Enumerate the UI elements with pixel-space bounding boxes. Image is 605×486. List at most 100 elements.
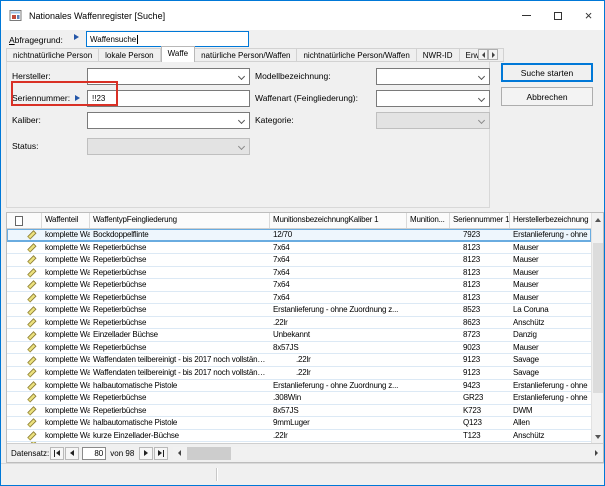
tab-lokale-person[interactable]: lokale Person [99, 48, 160, 62]
cancel-button[interactable]: Abbrechen [501, 87, 593, 106]
column-header-munitionsbezeichnung[interactable]: MunitionsbezeichnungKaliber 1 [270, 213, 407, 228]
start-search-button[interactable]: Suche starten [501, 63, 593, 82]
record-number-input[interactable]: 80 [82, 447, 106, 460]
table-row[interactable]: komplette WaffeEinzellader BüchseUnbekan… [7, 329, 591, 342]
cell-her: Savage [510, 367, 542, 379]
column-header-waffentyp[interactable]: WaffentypFeingliederung [90, 213, 270, 228]
table-row[interactable]: komplette Waffehalbautomatische Pistole9… [7, 417, 591, 430]
column-header-herstellerbezeichnung[interactable]: Herstellerbezeichnung [510, 213, 591, 228]
cell-ser: 9423 [450, 380, 510, 392]
row-header-column[interactable] [7, 213, 42, 228]
waffenart-combo[interactable] [376, 90, 490, 107]
tab-nichtnat-rliche-person-waffen[interactable]: nichtnatürliche Person/Waffen [297, 48, 416, 62]
chevron-down-icon [238, 143, 245, 150]
cell-her: DWM [510, 405, 535, 417]
row-icon-cell [7, 229, 42, 241]
column-header-waffenteil[interactable]: Waffenteil [42, 213, 90, 228]
minimize-button[interactable] [511, 1, 542, 30]
maximize-button[interactable] [542, 1, 573, 30]
cell-her: Anschütz [510, 317, 547, 329]
cell-teil: komplette Waffe [42, 354, 90, 366]
tab-nat-rliche-person-waffen[interactable]: natürliche Person/Waffen [195, 48, 297, 62]
cell-ser: GR23 [450, 392, 510, 404]
table-row[interactable]: komplette WaffeRepetierbüchse7x648123Mau… [7, 267, 591, 280]
chevron-down-icon [238, 73, 245, 80]
modellbezeichnung-label: Modellbezeichnung: [255, 71, 331, 81]
scroll-up-button[interactable] [592, 213, 604, 226]
query-reason-label: Abfragegrund: [9, 35, 63, 45]
close-button[interactable]: × [573, 1, 604, 30]
column-header-munition[interactable]: Munition... [407, 213, 450, 228]
kaliber-label: Kaliber: [12, 115, 41, 125]
scroll-down-button[interactable] [592, 430, 604, 443]
chevron-right-icon [595, 450, 598, 456]
grid-body: komplette WaffeBockdoppelflinte12/707923… [7, 229, 591, 443]
scroll-right-button[interactable] [590, 447, 603, 460]
table-row[interactable]: komplette WaffeRepetierbüchseErstanliefe… [7, 304, 591, 317]
table-row[interactable]: komplette WaffeRepetierbüchse7x648123Mau… [7, 254, 591, 267]
table-row[interactable]: komplette WaffeBockdoppelflinte12/707923… [7, 229, 591, 242]
cell-typ: Waffendaten teilbereinigt - bis 2017 noc… [90, 367, 270, 379]
cell-typ: halbautomatische Pistole [90, 380, 270, 392]
table-row[interactable]: komplette WaffeRepetierbüchse7x648123Mau… [7, 292, 591, 305]
cell-her: Erstanlieferung - ohne [510, 380, 590, 392]
tab-scroll-left-button[interactable] [478, 49, 488, 60]
chevron-down-icon [478, 95, 485, 102]
record-note-icon [26, 330, 37, 341]
table-row[interactable]: komplette WaffeWaffendaten teilbereinigt… [7, 367, 591, 380]
record-note-icon [26, 292, 37, 303]
arrow-left-icon [56, 450, 60, 456]
title-bar: Nationales Waffenregister [Suche] × [1, 1, 604, 30]
row-icon-cell [7, 392, 42, 404]
seriennummer-value: !!23 [92, 94, 105, 103]
chevron-right-icon [492, 52, 495, 58]
cell-typ: Repetierbüchse [90, 342, 270, 354]
table-row[interactable]: komplette WaffeRepetierbüchse8x57JS9023M… [7, 342, 591, 355]
cell-mun2 [407, 405, 450, 417]
horizontal-scrollbar[interactable] [173, 447, 603, 460]
table-row[interactable]: komplette Waffekurze Einzellader-Büchse.… [7, 430, 591, 443]
hersteller-combo[interactable] [87, 68, 250, 85]
first-record-button[interactable] [50, 447, 64, 460]
cell-teil: komplette Waffe [42, 242, 90, 254]
vertical-scrollbar[interactable] [591, 213, 603, 443]
vertical-scroll-thumb[interactable] [593, 243, 603, 393]
tab-scroll-right-button[interactable] [488, 49, 498, 60]
bar-icon [54, 450, 55, 457]
table-row[interactable]: komplette WaffeRepetierbüchse.308WinGR23… [7, 392, 591, 405]
previous-record-button[interactable] [65, 447, 79, 460]
cell-mun: 7x64 [270, 242, 407, 254]
column-header-seriennummer[interactable]: Seriennummer 1 [450, 213, 510, 228]
row-icon-cell [7, 367, 42, 379]
record-note-icon [26, 430, 37, 441]
table-row[interactable]: komplette WaffeRepetierbüchse7x648123Mau… [7, 242, 591, 255]
row-icon-cell [7, 267, 42, 279]
tab-nwr-id[interactable]: NWR-ID [417, 48, 460, 62]
modellbezeichnung-combo[interactable] [376, 68, 490, 85]
table-row[interactable]: komplette Waffehalbautomatische PistoleE… [7, 380, 591, 393]
table-row[interactable]: komplette WaffeRepetierbüchse8x57JSK723D… [7, 405, 591, 418]
query-reason-input[interactable]: Waffensuche [86, 31, 249, 47]
table-row[interactable]: komplette WaffeRepetierbüchse7x648123Mau… [7, 279, 591, 292]
waffenart-label: Waffenart (Feingliederung): [255, 93, 358, 103]
arrow-right-icon [144, 450, 148, 456]
next-record-button[interactable] [139, 447, 153, 460]
table-row[interactable]: komplette WaffeWaffendaten teilbereinigt… [7, 354, 591, 367]
row-icon-cell [7, 242, 42, 254]
maximize-icon [554, 12, 562, 20]
tab-waffe[interactable]: Waffe [161, 46, 195, 62]
tab-nichtnat-rliche-person[interactable]: nichtnatürliche Person [6, 48, 99, 62]
cell-her: Savage [510, 354, 542, 366]
last-record-button[interactable] [154, 447, 168, 460]
table-row[interactable]: komplette WaffeRepetierbüchse.22lr8623An… [7, 317, 591, 330]
scroll-left-button[interactable] [173, 447, 186, 460]
seriennummer-input[interactable]: !!23 [87, 90, 250, 107]
text-caret [137, 35, 138, 44]
record-note-icon [26, 342, 37, 353]
cell-ser: 9123 [450, 367, 510, 379]
kaliber-combo[interactable] [87, 112, 250, 129]
cell-ser: 8723 [450, 329, 510, 341]
horizontal-scroll-thumb[interactable] [187, 447, 231, 460]
cell-teil: komplette Waffe [42, 292, 90, 304]
row-icon-cell [7, 405, 42, 417]
